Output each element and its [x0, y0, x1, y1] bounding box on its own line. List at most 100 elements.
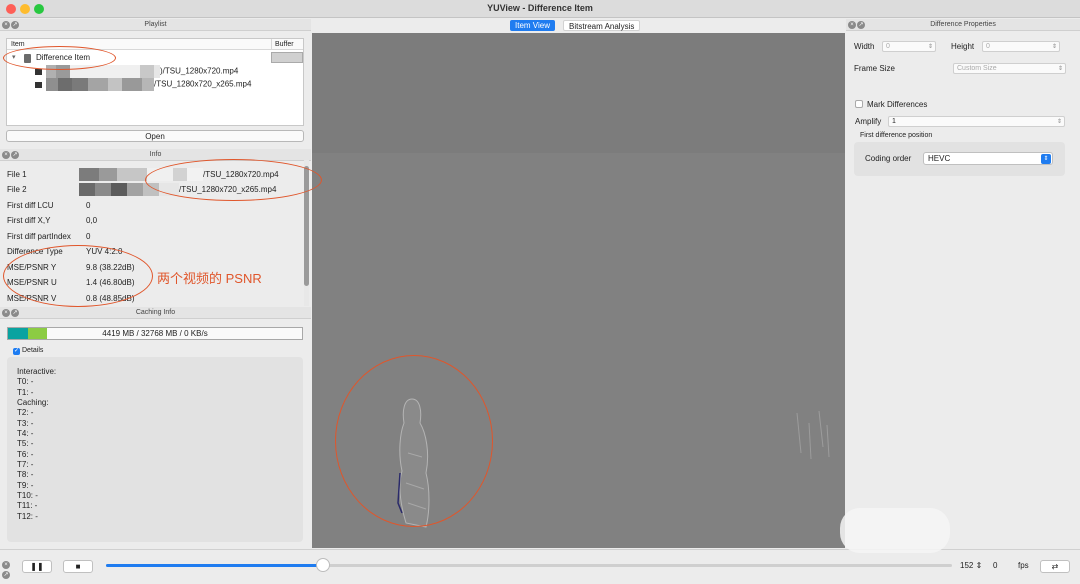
repeat-button[interactable]: ⇄: [1040, 560, 1070, 573]
info-value: 0: [86, 232, 91, 241]
detail-line: T5: -: [17, 439, 34, 448]
pause-button[interactable]: ❚❚: [22, 560, 52, 573]
details-label: Details: [22, 347, 44, 354]
details-checkbox[interactable]: ✓: [13, 348, 20, 355]
caching-dock-title: × ↗ Caching Info: [0, 307, 311, 319]
window-title: YUView - Difference Item: [487, 3, 593, 13]
fps-field[interactable]: 0: [993, 561, 997, 570]
float-icon[interactable]: ↗: [2, 571, 10, 579]
properties-title: Difference Properties: [930, 21, 996, 28]
float-icon[interactable]: ↗: [11, 151, 19, 159]
close-icon[interactable]: ×: [848, 21, 856, 29]
width-value: 0: [886, 43, 890, 50]
redacted-block: [95, 183, 111, 197]
annotation-text: 两个视频的 PSNR: [157, 271, 262, 286]
detail-line: T6: -: [17, 450, 34, 459]
redacted-block: [122, 78, 142, 91]
redacted-block: [99, 168, 117, 182]
mark-differences-checkbox[interactable]: [855, 100, 863, 108]
frame-number-value: 152: [960, 561, 974, 570]
buffer-indicator: [271, 52, 303, 63]
redacted-block: [142, 78, 154, 91]
amplify-label: Amplify: [855, 117, 882, 126]
frame-size-select[interactable]: Custom Size ⇕: [953, 63, 1066, 74]
chevron-updown-icon: ⇕: [1057, 66, 1063, 72]
info-key: First diff LCU: [7, 201, 54, 210]
stepper-icon[interactable]: ⇕: [1052, 42, 1057, 52]
height-field[interactable]: 0 ⇕: [982, 41, 1060, 52]
annotation-ellipse: [3, 245, 153, 307]
coding-order-label: Coding order: [865, 154, 912, 163]
tab-item-view[interactable]: Item View: [510, 20, 555, 31]
width-field[interactable]: 0 ⇕: [882, 41, 936, 52]
close-icon[interactable]: ×: [2, 309, 10, 317]
detail-line: T10: -: [17, 491, 38, 500]
file1-name: )/TSU_1280x720.mp4: [160, 66, 239, 76]
coding-order-select[interactable]: HEVC ⇕: [923, 152, 1053, 165]
redacted-block: [88, 78, 108, 91]
stepper-icon[interactable]: ⇕: [976, 561, 983, 570]
playlist-item-file2[interactable]: /TSU_1280x720_x265.mp4: [35, 78, 251, 91]
close-icon[interactable]: ×: [2, 21, 10, 29]
caching-title: Caching Info: [135, 309, 176, 316]
info-key: File 1: [7, 170, 27, 179]
detail-line: T3: -: [17, 419, 34, 428]
detail-line: T9: -: [17, 481, 34, 490]
watermark-blur: [840, 508, 950, 553]
redacted-block: [58, 78, 72, 91]
detail-line: T12: -: [17, 512, 38, 521]
detail-line: T7: -: [17, 460, 34, 469]
title-bar: YUView - Difference Item: [0, 0, 1080, 18]
fps-label: fps: [1018, 561, 1029, 570]
repeat-icon: ⇄: [1051, 562, 1059, 571]
float-icon[interactable]: ↗: [11, 21, 19, 29]
detail-line: T8: -: [17, 470, 34, 479]
info-value: 0,0: [86, 216, 98, 225]
stop-icon: ■: [75, 562, 81, 571]
view-tabbar: Item View Bitstream Analysis: [312, 18, 845, 32]
info-key: First diff partIndex: [7, 232, 71, 241]
amplify-value: 1: [892, 118, 896, 125]
float-icon[interactable]: ↗: [11, 309, 19, 317]
difference-artifact: [796, 410, 830, 460]
playlist-title: Playlist: [144, 21, 167, 28]
frame-slider[interactable]: [106, 564, 952, 567]
float-icon[interactable]: ↗: [857, 21, 865, 29]
chevron-updown-icon: ⇕: [1041, 154, 1051, 164]
playlist-dock-title: × ↗ Playlist: [0, 19, 311, 31]
annotation-ellipse: [145, 159, 322, 201]
redacted-block: [72, 78, 88, 91]
info-title: Info: [149, 151, 162, 158]
info-key: File 2: [7, 185, 27, 194]
redacted-block: [79, 183, 95, 197]
info-key: First diff X,Y: [7, 216, 51, 225]
height-value: 0: [986, 43, 990, 50]
annotation-ellipse: [3, 46, 116, 70]
column-header-buffer[interactable]: Buffer: [271, 39, 304, 50]
stepper-icon[interactable]: ⇕: [928, 42, 933, 52]
redacted-block: [111, 183, 127, 197]
redacted-block: [127, 183, 143, 197]
coding-order-value: HEVC: [928, 154, 951, 163]
frame-number-field[interactable]: 152 ⇕: [960, 561, 982, 570]
info-value: 0: [86, 201, 91, 210]
detail-line: Interactive:: [17, 367, 57, 376]
stop-button[interactable]: ■: [63, 560, 93, 573]
frame-slider-fill: [106, 564, 324, 567]
height-label: Height: [951, 42, 975, 51]
stepper-icon[interactable]: ⇕: [1057, 117, 1062, 127]
tab-bitstream-analysis[interactable]: Bitstream Analysis: [563, 20, 641, 31]
cache-usage-bar: 4419 MB / 32768 MB / 0 KB/s: [7, 327, 303, 340]
pause-icon: ❚❚: [30, 562, 44, 571]
detail-line: T4: -: [17, 429, 34, 438]
detail-line: T0: -: [17, 377, 34, 386]
redacted-block: [79, 168, 99, 182]
close-icon[interactable]: ×: [2, 151, 10, 159]
amplify-field[interactable]: 1 ⇕: [888, 116, 1065, 127]
close-icon[interactable]: ×: [2, 561, 10, 569]
redacted-block: [140, 65, 154, 78]
redacted-block: [108, 78, 122, 91]
open-button[interactable]: Open: [6, 130, 304, 142]
cache-usage-text: 4419 MB / 32768 MB / 0 KB/s: [102, 329, 208, 338]
film-icon: [35, 81, 42, 88]
